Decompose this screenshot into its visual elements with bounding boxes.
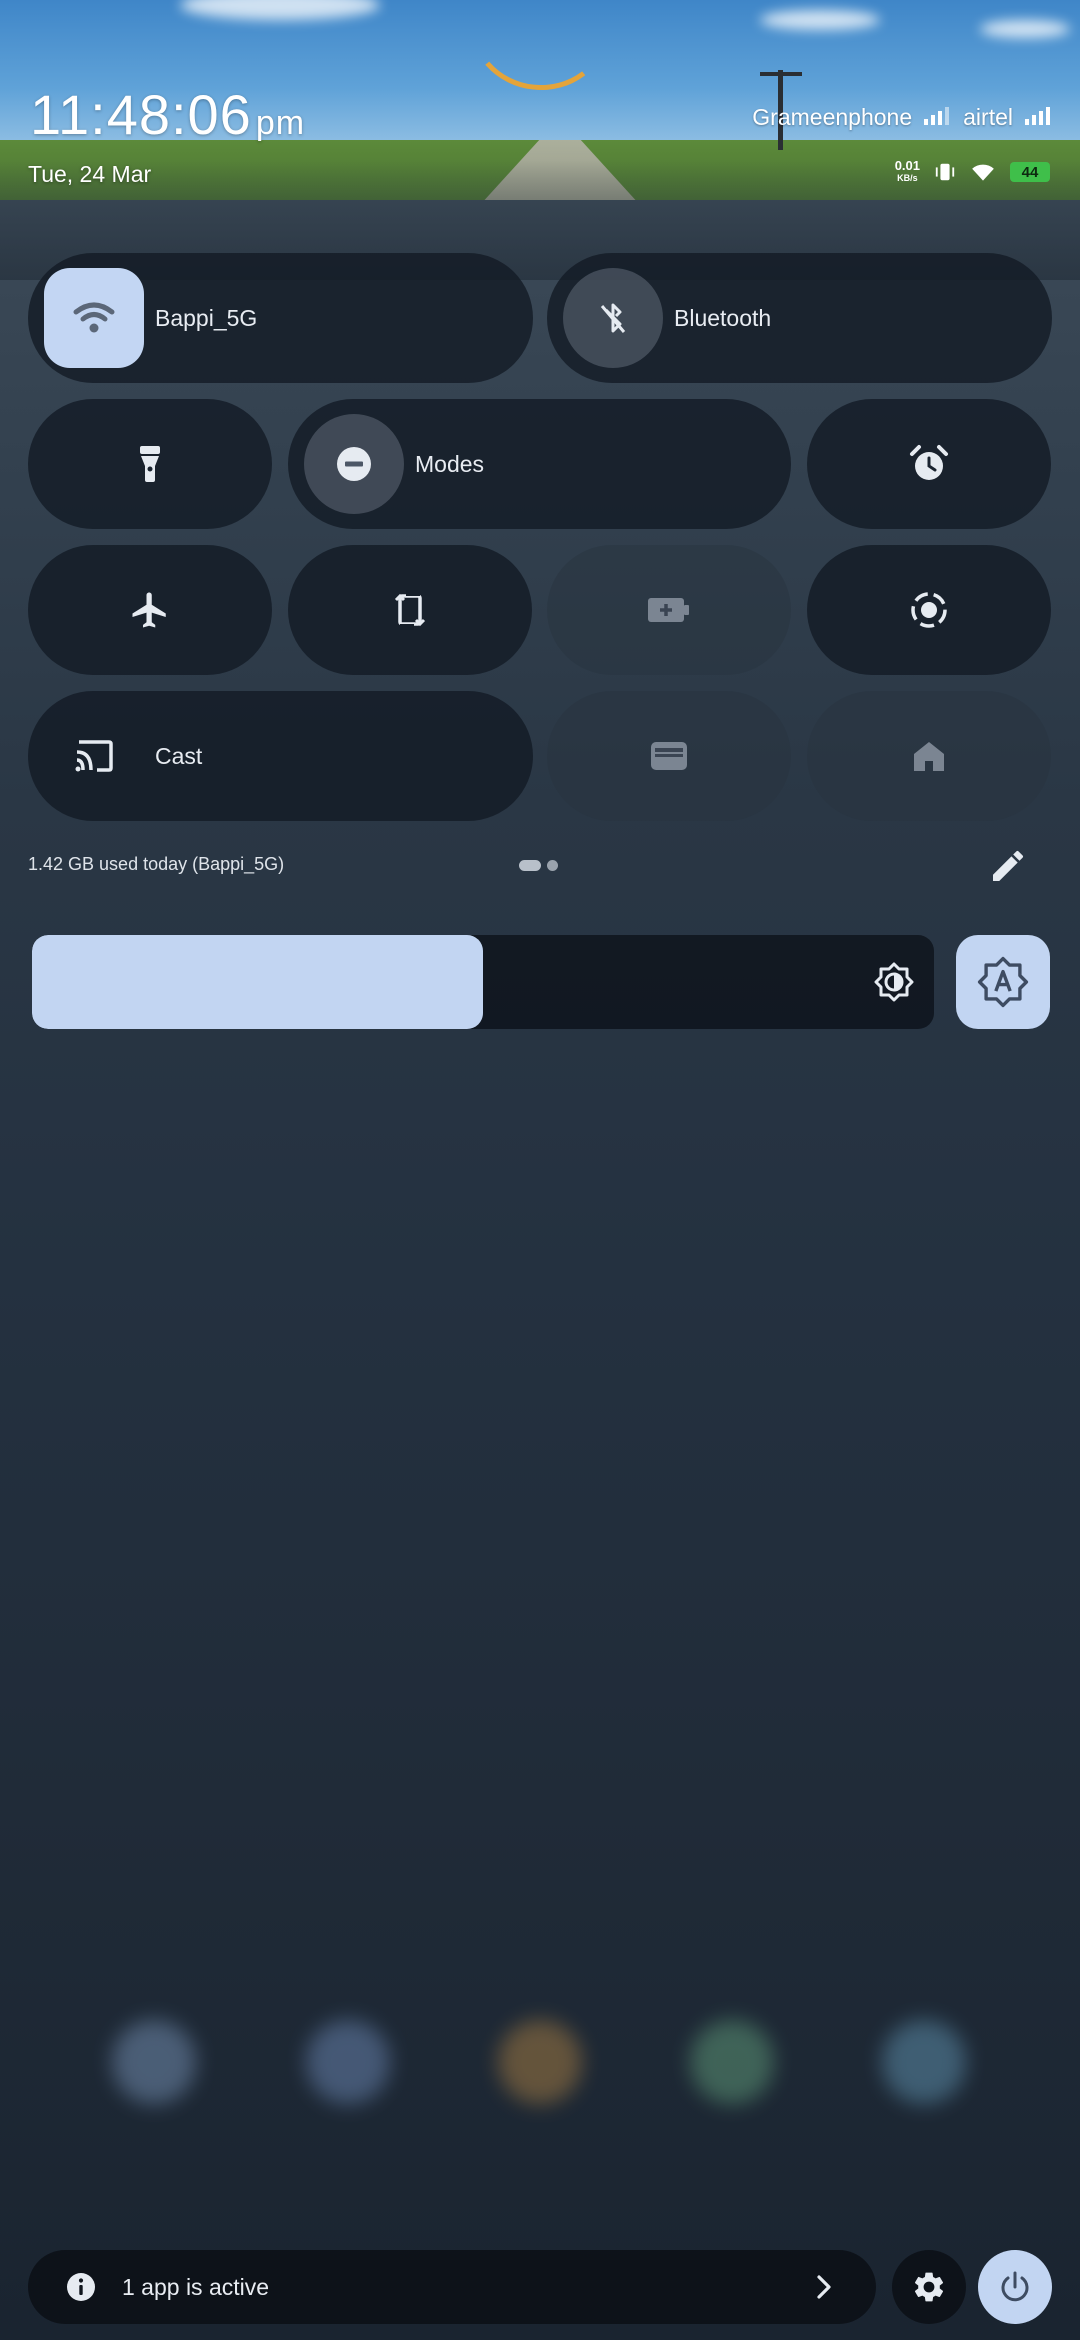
bluetooth-tile[interactable]: Bluetooth xyxy=(547,253,1052,383)
do-not-disturb-icon xyxy=(337,447,371,481)
bluetooth-label: Bluetooth xyxy=(674,304,772,331)
modes-toggle[interactable] xyxy=(304,414,404,514)
brightness-slider[interactable] xyxy=(32,935,934,1029)
bluetooth-toggle[interactable] xyxy=(563,268,663,368)
battery-saver-icon xyxy=(648,598,689,622)
flashlight-icon xyxy=(140,446,160,482)
carrier-1-label: Grameenphone xyxy=(752,104,950,131)
vibrate-icon xyxy=(935,163,955,181)
date[interactable]: Tue, 24 Mar xyxy=(28,161,151,188)
wallet-icon xyxy=(651,742,687,770)
dock-app-blur xyxy=(306,2020,390,2104)
page-dot-active xyxy=(519,860,541,871)
wifi-label: Bappi_5G xyxy=(155,304,258,331)
clock-ampm: pm xyxy=(255,104,306,142)
battery-saver-tile[interactable] xyxy=(547,545,791,675)
power-button[interactable] xyxy=(978,2250,1052,2324)
edit-button[interactable] xyxy=(988,846,1028,891)
settings-button[interactable] xyxy=(892,2250,966,2324)
wifi-status-icon xyxy=(972,164,994,181)
auto-rotate-tile[interactable] xyxy=(288,545,532,675)
home-tile[interactable] xyxy=(807,691,1051,821)
wallpaper-cloud xyxy=(980,20,1070,38)
auto-rotate-icon xyxy=(394,590,426,630)
cast-icon xyxy=(75,740,113,772)
wallet-tile[interactable] xyxy=(547,691,791,821)
modes-tile[interactable]: Modes xyxy=(288,399,791,529)
wifi-tile[interactable]: Bappi_5G xyxy=(28,253,533,383)
signal-icon xyxy=(1025,107,1050,125)
active-apps-bar[interactable]: 1 app is active xyxy=(28,2250,876,2324)
page-dot xyxy=(547,860,558,871)
signal-icon xyxy=(924,107,950,125)
page-indicator[interactable] xyxy=(519,860,558,871)
carrier-info: Grameenphone airtel xyxy=(752,104,1050,131)
cast-tile[interactable]: Cast xyxy=(28,691,533,821)
alarm-tile[interactable] xyxy=(807,399,1051,529)
power-icon xyxy=(1001,2271,1029,2302)
screen-record-icon xyxy=(911,592,947,628)
wifi-icon xyxy=(73,302,115,333)
brightness-fill xyxy=(32,935,483,1029)
home-icon xyxy=(914,742,944,771)
cast-toggle[interactable] xyxy=(44,706,144,806)
pencil-icon xyxy=(993,850,1024,881)
alarm-icon xyxy=(910,445,948,480)
cast-label: Cast xyxy=(155,742,203,769)
carrier-2-label: airtel xyxy=(963,104,1050,131)
active-apps-text: 1 app is active xyxy=(122,2273,270,2300)
wifi-toggle[interactable] xyxy=(44,268,144,368)
status-icons: 0.01 KB/s 44 xyxy=(894,158,1050,184)
airplane-icon xyxy=(132,592,166,628)
info-icon xyxy=(67,2273,95,2301)
bluetooth-off-icon xyxy=(600,303,626,333)
wallpaper-cloud xyxy=(760,10,880,30)
gear-icon xyxy=(914,2272,944,2302)
net-speed: 0.01 KB/s xyxy=(894,158,920,183)
dock-app-blur xyxy=(498,2020,582,2104)
clock[interactable]: 11:48:06 pm xyxy=(30,82,305,147)
modes-label: Modes xyxy=(415,450,485,477)
clock-time: 11:48:06 xyxy=(30,83,252,146)
dock-app-blur xyxy=(690,2020,774,2104)
dock-app-blur xyxy=(882,2020,966,2104)
data-usage-text: 1.42 GB used today (Bappi_5G) xyxy=(28,854,285,874)
dock-app-blur xyxy=(112,2020,196,2104)
screen-record-tile[interactable] xyxy=(807,545,1051,675)
chevron-right-icon xyxy=(817,2275,831,2299)
airplane-tile[interactable] xyxy=(28,545,272,675)
auto-brightness-icon xyxy=(977,956,1029,1008)
battery-icon: 44 xyxy=(1010,162,1050,182)
brightness-icon xyxy=(874,962,914,1002)
wallpaper-pole-bar xyxy=(760,72,802,76)
auto-brightness-button[interactable] xyxy=(956,935,1050,1029)
flashlight-tile[interactable] xyxy=(28,399,272,529)
